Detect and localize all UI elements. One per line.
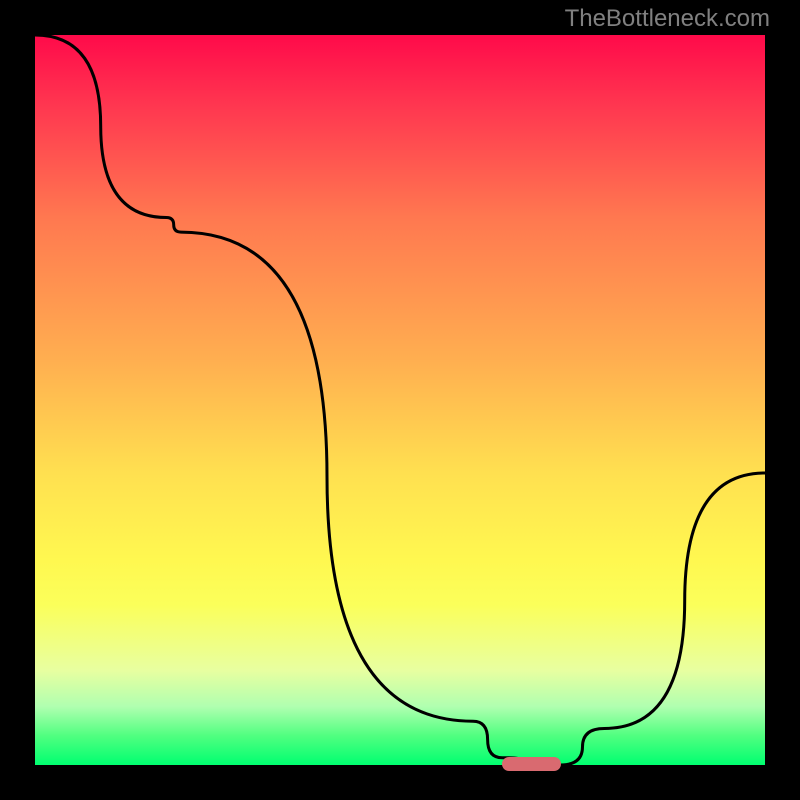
optimal-marker (502, 757, 560, 771)
chart-container: TheBottleneck.com (0, 0, 800, 800)
plot-area (35, 35, 765, 765)
curve-svg (35, 35, 765, 765)
bottleneck-curve (35, 35, 765, 765)
watermark-text: TheBottleneck.com (565, 5, 770, 33)
